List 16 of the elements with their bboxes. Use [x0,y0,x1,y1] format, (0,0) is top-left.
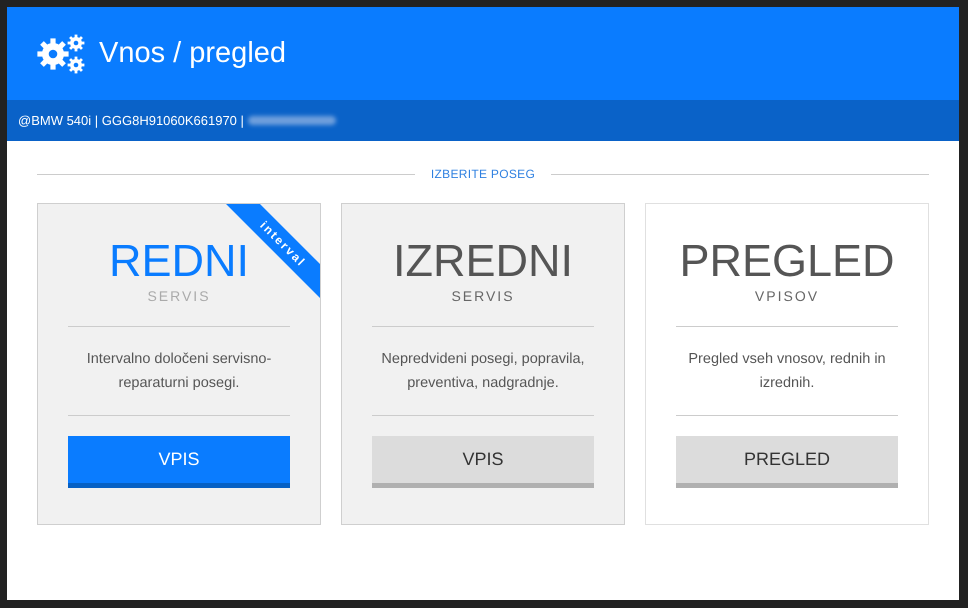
card-subtitle: SERVIS [147,288,211,304]
section-label: IZBERITE POSEG [430,167,536,181]
card-description: Nepredvideni posegi, popravila, preventiva, nadgradnje. [380,350,586,392]
card-subtitle: SERVIS [451,288,515,304]
card-title: IZREDNI [393,236,573,286]
card-subtitle: VPISOV [754,288,820,304]
dialog-title: Vnos / pregled [99,37,286,70]
vehicle-info: @BMW 540i | GGG8H91060K661970 | [18,113,244,128]
blurred-text-icon [248,116,336,125]
card-title: PREGLED [679,236,895,286]
card-title: REDNI [108,236,249,286]
card-description: Intervalno določeni servisno-reparaturni posegi. [86,350,272,392]
card-description: Pregled vseh vnosov, rednih in izrednih. [687,350,887,392]
card-button[interactable]: VPIS [68,436,290,488]
card-button[interactable]: PREGLED [676,436,898,488]
card-button[interactable]: VPIS [372,436,594,488]
